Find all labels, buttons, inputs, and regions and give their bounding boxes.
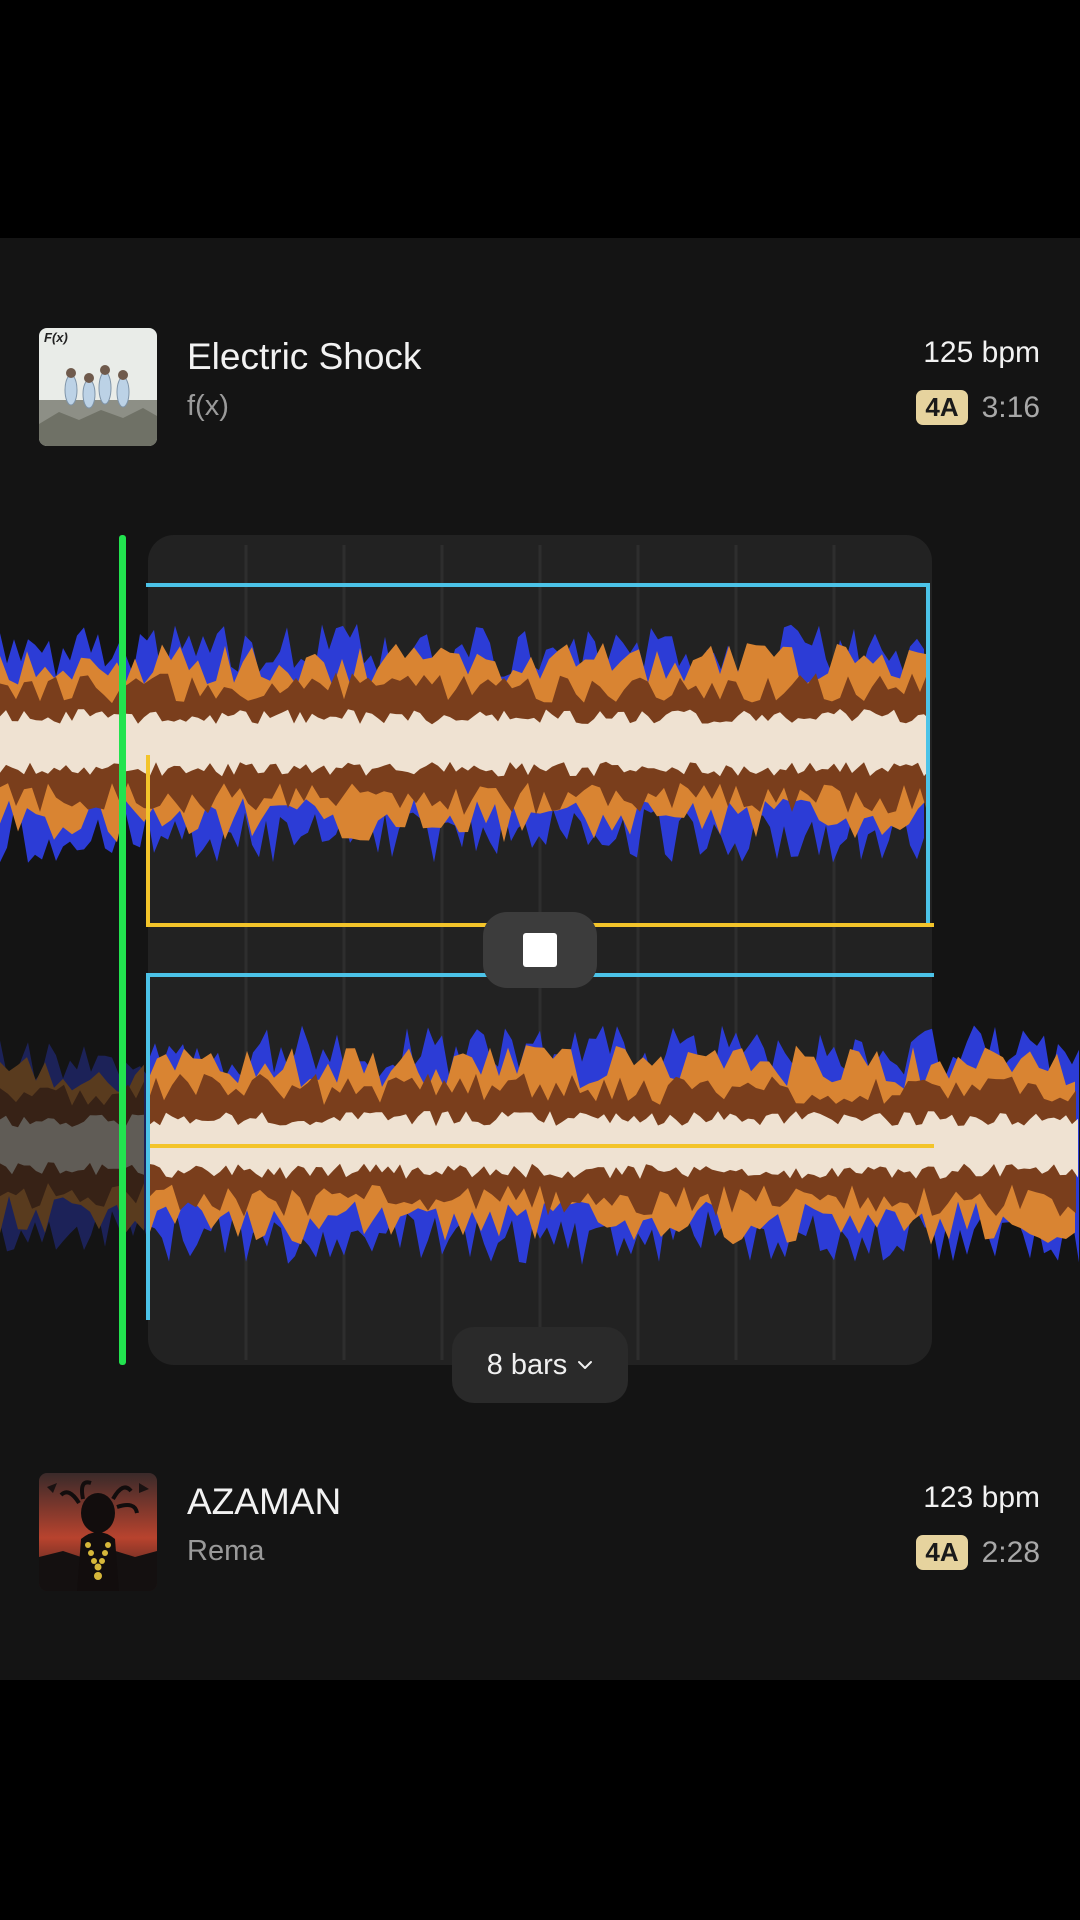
- loop-length-dropdown[interactable]: 8 bars: [452, 1327, 628, 1403]
- playhead: [119, 535, 126, 1365]
- loop-length-label: 8 bars: [486, 1348, 568, 1381]
- waveform-current: [0, 623, 930, 863]
- stop-icon: [523, 933, 557, 967]
- stop-button[interactable]: [483, 912, 597, 988]
- chevron-down-icon: [578, 1361, 593, 1369]
